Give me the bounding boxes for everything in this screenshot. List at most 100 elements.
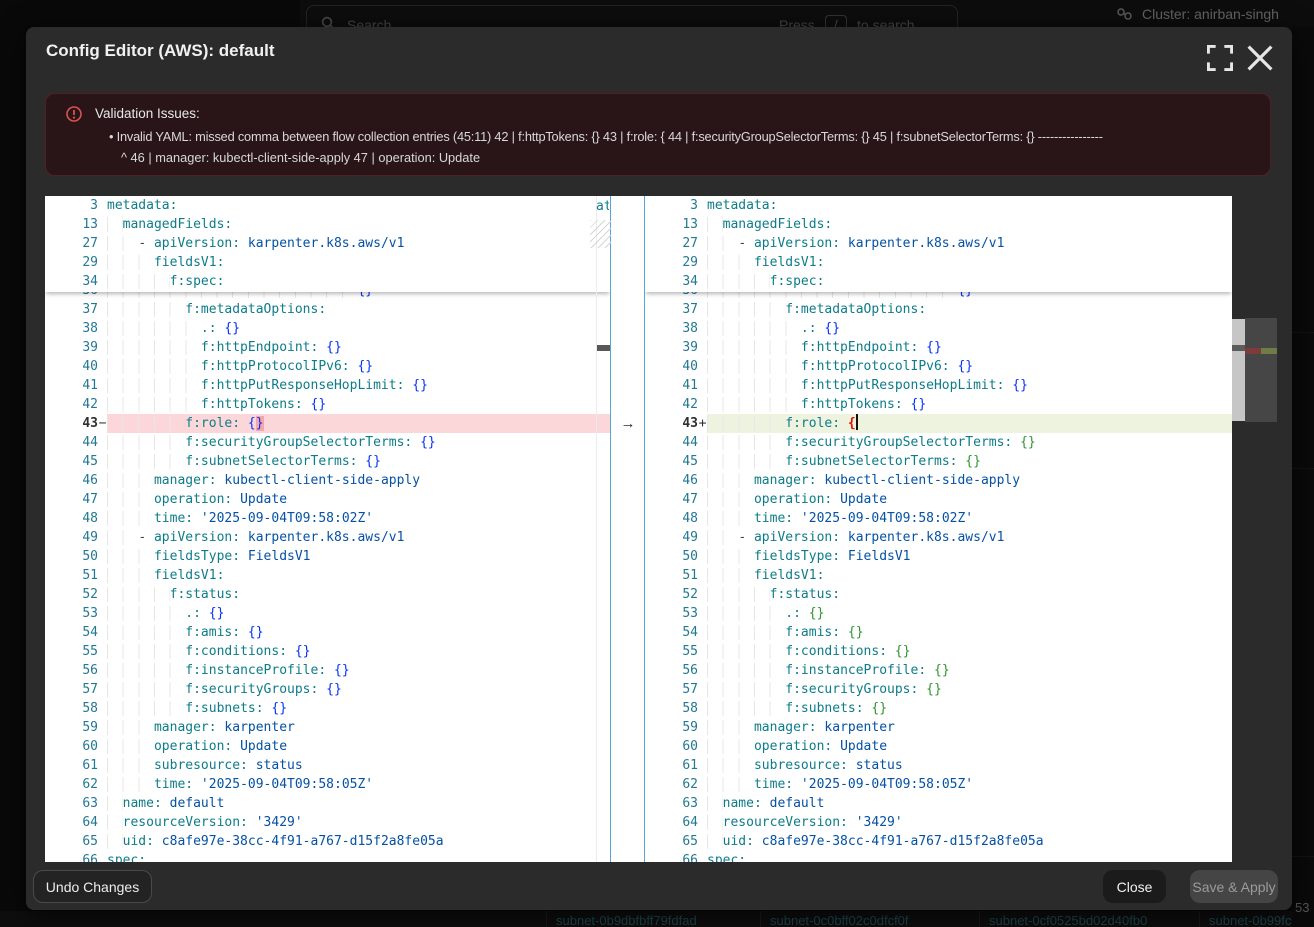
sticky-line: 3metadata:	[645, 196, 1232, 215]
code-line: 45 f:subnetSelectorTerms: {}	[645, 452, 1232, 471]
code-line: 64 resourceVersion: '3429'	[45, 813, 610, 832]
diff-gutter-strip	[610, 196, 645, 862]
code-line: 51 fieldsV1:	[645, 566, 1232, 585]
code-line: 57 f:securityGroups: {}	[645, 680, 1232, 699]
close-button[interactable]: Close	[1103, 870, 1166, 903]
code-line: 40 f:httpProtocolIPv6: {}	[645, 357, 1232, 376]
code-line: 59 manager: karpenter	[645, 718, 1232, 737]
code-line: 42 f:httpTokens: {}	[645, 395, 1232, 414]
code-line: 56 f:instanceProfile: {}	[645, 661, 1232, 680]
undo-changes-button[interactable]: Undo Changes	[33, 870, 152, 903]
left-overview-mark	[596, 345, 610, 351]
code-line: 55 f:conditions: {}	[45, 642, 610, 661]
sticky-line: 29 fieldsV1:	[45, 253, 610, 272]
sticky-line: 13 managedFields:	[45, 215, 610, 234]
code-line: 43+ f:role: {	[645, 414, 1232, 433]
code-line: 48 time: '2025-09-04T09:58:02Z'	[45, 509, 610, 528]
code-line: 47 operation: Update	[645, 490, 1232, 509]
screen: Search Press / to search Cluster: anirba…	[0, 0, 1314, 927]
code-line: 49 - apiVersion: karpenter.k8s.aws/v1	[645, 528, 1232, 547]
code-line: 56 f:instanceProfile: {}	[45, 661, 610, 680]
diff-pane-modified[interactable]: 36 {}37 f:metadataOptions:38 .: {}39 f:h…	[645, 196, 1232, 862]
code-line: 41 f:httpPutResponseHopLimit: {}	[45, 376, 610, 395]
code-line: 39 f:httpEndpoint: {}	[645, 338, 1232, 357]
sticky-scroll-header: 3metadata:13 managedFields:27 - apiVersi…	[45, 196, 610, 292]
diff-overview-ruler[interactable]	[1245, 318, 1277, 422]
sticky-line: 29 fieldsV1:	[645, 253, 1232, 272]
sticky-scroll-header: 3metadata:13 managedFields:27 - apiVersi…	[645, 196, 1232, 292]
code-line: 61 subresource: status	[645, 756, 1232, 775]
code-line: 60 operation: Update	[645, 737, 1232, 756]
code-line: 61 subresource: status	[45, 756, 610, 775]
modal-title: Config Editor (AWS): default	[46, 41, 275, 61]
code-line: 52 f:status:	[645, 585, 1232, 604]
code-line: 47 operation: Update	[45, 490, 610, 509]
code-line: 44 f:securityGroupSelectorTerms: {}	[645, 433, 1232, 452]
code-line: 58 f:subnets: {}	[45, 699, 610, 718]
code-line: 37 f:metadataOptions:	[645, 300, 1232, 319]
validation-title: Validation Issues:	[95, 106, 200, 121]
code-line: 58 f:subnets: {}	[645, 699, 1232, 718]
code-line: 38 .: {}	[45, 319, 610, 338]
save-apply-button[interactable]: Save & Apply	[1190, 870, 1278, 903]
fullscreen-icon[interactable]	[1207, 45, 1233, 71]
sticky-line: 27 - apiVersion: karpenter.k8s.aws/v1	[45, 234, 610, 253]
vertical-scrollbar[interactable]	[1232, 319, 1245, 421]
code-line: 37 f:metadataOptions:	[45, 300, 610, 319]
code-line: 55 f:conditions: {}	[645, 642, 1232, 661]
overview-added-mark	[1261, 348, 1277, 354]
code-line: 51 fieldsV1:	[45, 566, 610, 585]
code-line: 44 f:securityGroupSelectorTerms: {}	[45, 433, 610, 452]
revert-change-arrow-icon[interactable]: →	[616, 414, 640, 433]
code-line: 57 f:securityGroups: {}	[45, 680, 610, 699]
yaml-diff-editor[interactable]: 36 {}37 f:metadataOptions:38 .: {}39 f:h…	[45, 196, 1232, 862]
config-editor-modal: Config Editor (AWS): default Validation …	[26, 27, 1292, 910]
validation-message-line2: ^ 46 | manager: kubectl-client-side-appl…	[121, 150, 480, 165]
code-line: 64 resourceVersion: '3429'	[645, 813, 1232, 832]
code-line: 65 uid: c8afe97e-38cc-4f91-a767-d15f2a8f…	[645, 832, 1232, 851]
bullet: •	[109, 129, 113, 144]
code-line: 40 f:httpProtocolIPv6: {}	[45, 357, 610, 376]
code-line: 38 .: {}	[645, 319, 1232, 338]
code-line: 54 f:amis: {}	[45, 623, 610, 642]
code-line: 65 uid: c8afe97e-38cc-4f91-a767-d15f2a8f…	[45, 832, 610, 851]
sticky-line: 34 f:spec:	[45, 272, 610, 291]
validation-message-line1: • Invalid YAML: missed comma between flo…	[109, 129, 1103, 144]
sticky-line: 13 managedFields:	[645, 215, 1232, 234]
validation-alert: Validation Issues: • Invalid YAML: misse…	[45, 93, 1271, 176]
sticky-line: 3metadata:	[45, 196, 610, 215]
code-line: 54 f:amis: {}	[645, 623, 1232, 642]
danger-icon	[66, 106, 82, 122]
code-line: 62 time: '2025-09-04T09:58:05Z'	[645, 775, 1232, 794]
sticky-line: 34 f:spec:	[645, 272, 1232, 291]
code-line: 50 fieldsType: FieldsV1	[645, 547, 1232, 566]
code-line: 63 name: default	[45, 794, 610, 813]
code-line: 53 .: {}	[645, 604, 1232, 623]
code-line: 59 manager: karpenter	[45, 718, 610, 737]
code-line: 52 f:status:	[45, 585, 610, 604]
code-line: 63 name: default	[645, 794, 1232, 813]
code-line: 43− f:role: {}	[45, 414, 610, 433]
code-line: 46 manager: kubectl-client-side-apply	[45, 471, 610, 490]
code-line: 46 manager: kubectl-client-side-apply	[645, 471, 1232, 490]
code-line: 49 - apiVersion: karpenter.k8s.aws/v1	[45, 528, 610, 547]
code-line: 42 f:httpTokens: {}	[45, 395, 610, 414]
code-line: 53 .: {}	[45, 604, 610, 623]
scrollbar-diff-mark	[1232, 345, 1245, 351]
code-line: 50 fieldsType: FieldsV1	[45, 547, 610, 566]
close-icon[interactable]	[1247, 45, 1273, 71]
code-line: 60 operation: Update	[45, 737, 610, 756]
code-line: 66spec:	[645, 851, 1232, 862]
diff-diagonal-fill	[590, 220, 611, 248]
code-line: 66spec:	[45, 851, 610, 862]
overview-removed-mark	[1245, 348, 1261, 354]
code-line: 41 f:httpPutResponseHopLimit: {}	[645, 376, 1232, 395]
code-line: 45 f:subnetSelectorTerms: {}	[45, 452, 610, 471]
diff-pane-original[interactable]: 36 {}37 f:metadataOptions:38 .: {}39 f:h…	[45, 196, 610, 862]
clipped-text-artifact: at	[596, 199, 609, 215]
code-line: 39 f:httpEndpoint: {}	[45, 338, 610, 357]
text-cursor	[856, 414, 858, 430]
pane-scroll-edge	[596, 196, 597, 862]
sticky-line: 27 - apiVersion: karpenter.k8s.aws/v1	[645, 234, 1232, 253]
code-line: 48 time: '2025-09-04T09:58:02Z'	[645, 509, 1232, 528]
